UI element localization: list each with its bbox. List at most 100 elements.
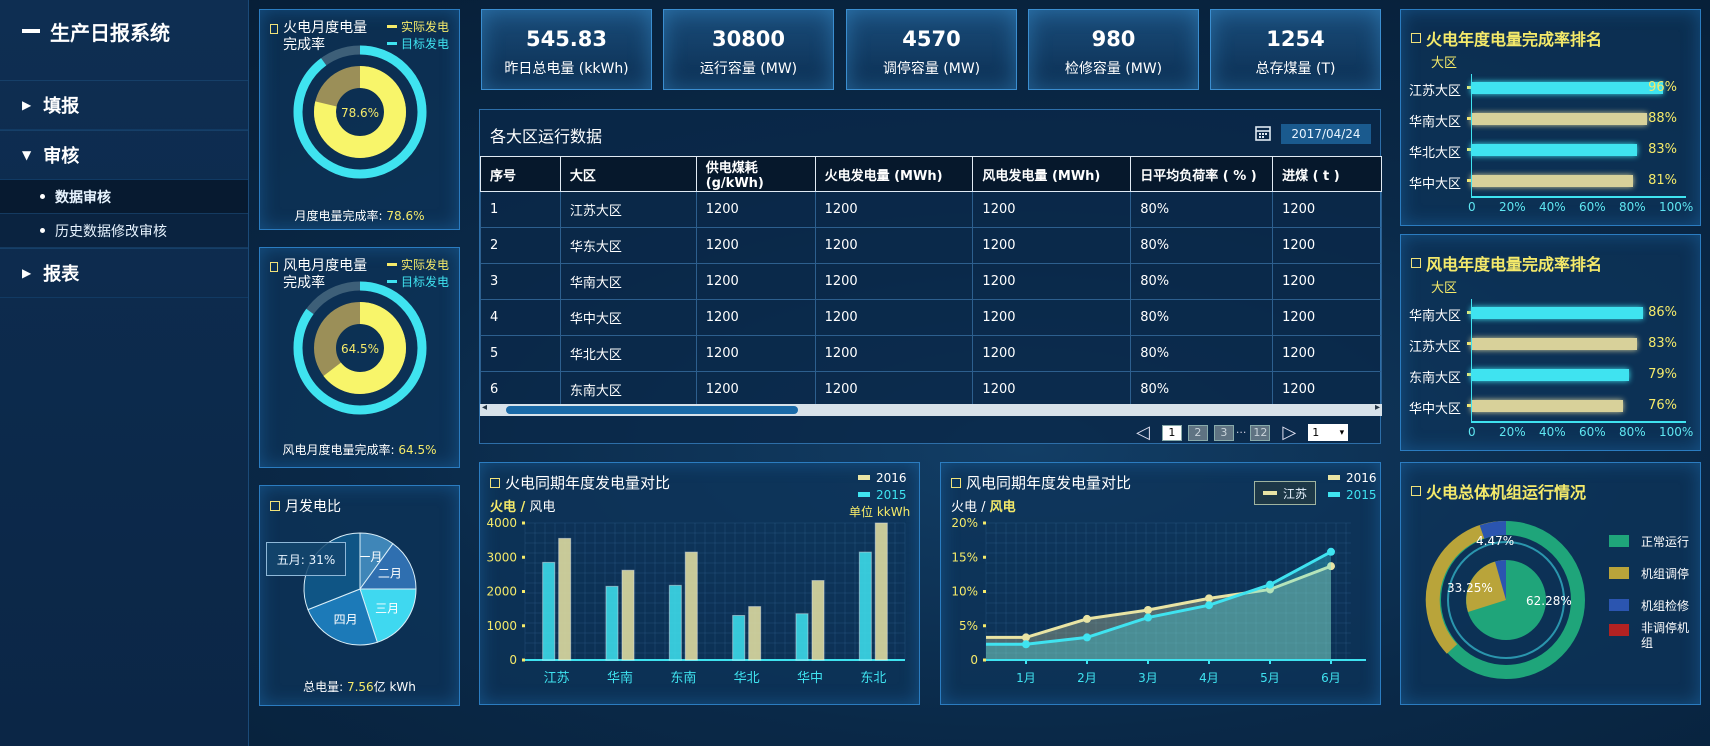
table-row[interactable]: 4 华中大区 1200 1200 1200 80% 1200 [480, 299, 1382, 336]
date-picker[interactable]: 2017/04/24 [1281, 124, 1371, 144]
point-2015[interactable] [1205, 601, 1213, 610]
point-2016[interactable] [1083, 614, 1091, 623]
title-square-icon [1411, 258, 1421, 268]
sidebar-subitem-history-review[interactable]: 历史数据修改审核 [0, 214, 248, 248]
table-row[interactable]: 1 江苏大区 1200 1200 1200 80% 1200 [480, 191, 1382, 228]
x-tick-label: 东北 [860, 671, 886, 686]
chart-switch[interactable]: 火电 / 风电 [951, 496, 1016, 515]
x-tick-label: 100% [1659, 200, 1694, 214]
bar-2016[interactable] [684, 551, 698, 661]
legend-item[interactable]: 2015 [1328, 486, 1377, 503]
rank-category: 江苏大区 [1409, 84, 1462, 99]
sidebar-item-report[interactable]: ▶ 报表 [0, 248, 248, 298]
page-button[interactable]: 2 [1187, 424, 1208, 441]
bar-2016[interactable] [874, 522, 888, 661]
scroll-left-icon[interactable]: ◂ [482, 402, 487, 413]
rank-row: 华中大区 76% [1401, 392, 1691, 422]
y-axis [1471, 299, 1472, 423]
x-tick-label: 20% [1499, 200, 1526, 214]
legend-item[interactable]: 2016 [858, 469, 907, 486]
table-row[interactable]: 3 华南大区 1200 1200 1200 80% 1200 [480, 263, 1382, 300]
scroll-right-icon[interactable]: ▸ [1375, 402, 1380, 413]
table-row[interactable]: 2 华东大区 1200 1200 1200 80% 1200 [480, 227, 1382, 264]
bar-2016[interactable] [748, 606, 762, 661]
legend-item[interactable]: 2016 [1328, 469, 1377, 486]
x-tick-label: 5月 [1260, 671, 1280, 685]
x-tick-label: 40% [1539, 200, 1566, 214]
table-header-cell: 大区 [559, 156, 697, 192]
bar-2016[interactable] [621, 569, 635, 661]
scrollbar-thumb[interactable] [506, 406, 798, 414]
wind-month-gauge: 64.5% [293, 281, 427, 415]
gauge-center-value: 78.6% [341, 106, 379, 120]
unit-status-donut: 33.25% 4.47% 62.28% [1425, 520, 1585, 679]
table-cell: 80% [1130, 371, 1274, 408]
rank-bar[interactable] [1471, 175, 1633, 187]
table-row[interactable]: 5 华北大区 1200 1200 1200 80% 1200 [480, 335, 1382, 372]
bar-2015[interactable] [605, 585, 619, 661]
legend: 2016 2015 [1328, 469, 1377, 503]
legend-item[interactable]: 2015 [858, 486, 907, 503]
next-page-icon[interactable]: ▷ [1282, 422, 1296, 443]
table-cell: 1200 [972, 263, 1132, 300]
page-button[interactable]: 12 [1250, 424, 1271, 441]
rank-bar[interactable] [1471, 369, 1629, 381]
wind-compare-panel: 风电同期年度发电量对比 火电 / 风电 江苏 2016 2015 0 5% 10% 15… [940, 462, 1381, 705]
page-button[interactable]: 1 [1161, 424, 1182, 441]
y-tick-label: 4000 [486, 516, 517, 530]
rank-subtitle: 大区 [1431, 56, 1458, 71]
table-cell: 1 [480, 191, 561, 228]
bar-2015[interactable] [858, 551, 872, 661]
x-tick [1269, 660, 1271, 664]
y-tick-label: 5% [959, 619, 978, 633]
panel-footer: 月度电量完成率: 78.6% [294, 209, 425, 223]
rank-bar[interactable] [1471, 144, 1637, 156]
bar-2016[interactable] [558, 537, 572, 661]
rank-bar[interactable] [1471, 338, 1637, 350]
rank-category: 华南大区 [1409, 309, 1462, 324]
x-tick-label: 80% [1619, 200, 1646, 214]
region-select-button[interactable]: 江苏 [1254, 481, 1316, 505]
x-tick-label: 20% [1499, 425, 1526, 439]
table-cell: 1200 [814, 371, 974, 408]
point-2016[interactable] [1022, 633, 1030, 642]
table-cell: 1200 [1272, 227, 1382, 264]
y-tick [983, 521, 986, 525]
bar-2016[interactable] [811, 580, 825, 661]
bar-2015[interactable] [795, 613, 809, 661]
rank-bar[interactable] [1471, 82, 1663, 94]
y-tick [522, 521, 525, 525]
chart-switch[interactable]: 火电 / 风电 [490, 496, 555, 515]
point-2015[interactable] [1022, 640, 1030, 649]
bar-2015[interactable] [542, 561, 556, 661]
horizontal-scrollbar[interactable]: ◂ ▸ [480, 402, 1382, 416]
table-cell: 1200 [695, 263, 816, 300]
rank-bar[interactable] [1471, 307, 1643, 319]
point-2015[interactable] [1083, 633, 1091, 642]
sidebar-item-fill[interactable]: ▶ 填报 [0, 80, 248, 130]
bar-2015[interactable] [732, 614, 746, 661]
prev-page-icon[interactable]: ◁ [1136, 422, 1150, 443]
rank-bar[interactable] [1471, 400, 1623, 412]
point-2015[interactable] [1266, 580, 1274, 589]
point-2016[interactable] [1205, 594, 1213, 603]
calendar-icon[interactable] [1254, 124, 1272, 142]
y-tick-label: 3000 [486, 550, 517, 564]
x-tick [1025, 660, 1027, 664]
x-tick-label: 6月 [1321, 671, 1341, 685]
page-size-select[interactable]: 1 ▾ [1308, 424, 1349, 441]
point-2015[interactable] [1144, 613, 1152, 622]
sidebar-item-review[interactable]: ▼ 审核 [0, 130, 248, 180]
y-tick-label: 20% [951, 516, 978, 530]
legend-actual: 实际发电 [387, 256, 449, 273]
sidebar-subitem-data-review[interactable]: 数据审核 [0, 180, 248, 214]
y-tick [522, 555, 525, 559]
point-2015[interactable] [1327, 547, 1335, 556]
table-row[interactable]: 6 东南大区 1200 1200 1200 80% 1200 [480, 371, 1382, 408]
legend-overhaul: 机组检修 [1609, 589, 1697, 621]
bar-2015[interactable] [668, 584, 682, 661]
fire-compare-panel: 火电同期年度发电量对比 火电 / 风电 2016 2015 单位 kkWh 0 10… [479, 462, 920, 705]
point-2016[interactable] [1144, 605, 1152, 614]
rank-bar[interactable] [1471, 113, 1647, 125]
page-button[interactable]: 3 [1213, 424, 1234, 441]
